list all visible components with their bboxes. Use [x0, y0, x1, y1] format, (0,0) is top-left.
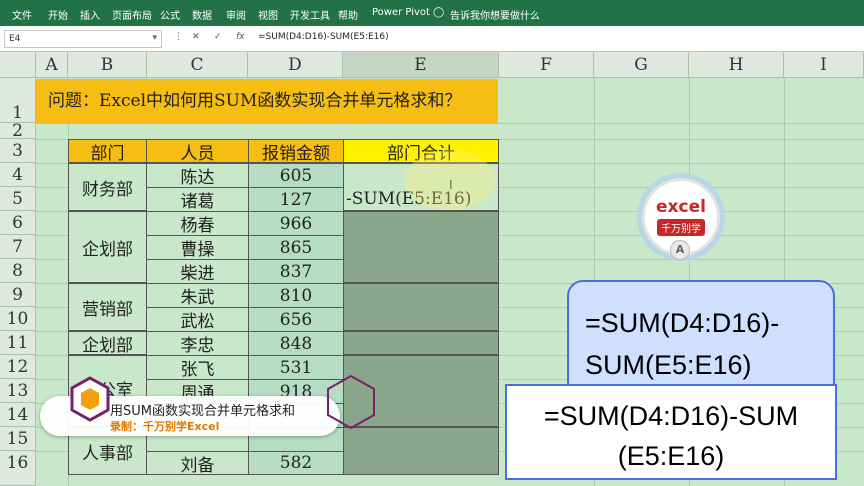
- row-header-9[interactable]: 9: [0, 283, 36, 307]
- callout-line-2: SUM(E5:E16): [585, 350, 752, 380]
- row-header-8[interactable]: 8: [0, 259, 36, 283]
- person-cell[interactable]: 杨春: [146, 211, 249, 236]
- amount-cell[interactable]: 966: [248, 211, 344, 236]
- column-header-b[interactable]: B: [68, 52, 147, 78]
- row-header-12[interactable]: 12: [0, 355, 36, 379]
- chevron-down-icon[interactable]: ▾: [152, 33, 157, 43]
- hexagon-logo-icon: [70, 376, 110, 422]
- tab-data[interactable]: 数据: [192, 7, 212, 22]
- formula-box-line-1: =SUM(D4:D16)-SUM: [543, 401, 799, 431]
- amount-cell[interactable]: 848: [248, 331, 344, 356]
- column-header-a[interactable]: A: [36, 52, 68, 78]
- person-cell[interactable]: 柴进: [146, 259, 249, 284]
- column-header-e[interactable]: E: [343, 52, 499, 78]
- total-cell[interactable]: [343, 331, 499, 355]
- formula-input[interactable]: =SUM(D4:D16)-SUM(E5:E16): [258, 32, 389, 42]
- column-header-c[interactable]: C: [147, 52, 248, 78]
- callout-line-1: =SUM(D4:D16)-: [585, 308, 780, 338]
- name-box[interactable]: E4 ▾: [4, 30, 162, 48]
- insert-function-icon[interactable]: fx: [236, 32, 245, 42]
- formula-text: =SUM(D4:D16)-SUM(E5:E16): [258, 32, 389, 42]
- logo-subtext: 千万别学: [657, 219, 705, 236]
- total-cell[interactable]: [343, 427, 499, 475]
- select-all-corner[interactable]: [0, 52, 36, 78]
- amount-cell[interactable]: 656: [248, 307, 344, 332]
- tab-developer[interactable]: 开发工具: [290, 7, 330, 22]
- column-header-d[interactable]: D: [248, 52, 343, 78]
- amount-cell[interactable]: 810: [248, 283, 344, 308]
- amount-cell[interactable]: 837: [248, 259, 344, 284]
- row-header-1[interactable]: 1: [0, 78, 36, 123]
- lightbulb-icon: ◯: [433, 7, 445, 18]
- formula-box: =SUM(D4:D16)-SUM (E5:E16): [505, 384, 837, 480]
- more-icon[interactable]: ⋮: [174, 32, 183, 42]
- amount-cell[interactable]: 605: [248, 163, 344, 188]
- tell-me-search[interactable]: 告诉我你想要做什么: [450, 7, 540, 22]
- header-person[interactable]: 人员: [146, 139, 249, 164]
- ribbon-tabs: 文件 开始 插入 页面布局 公式 数据 审阅 视图 开发工具 帮助 Power …: [0, 0, 864, 26]
- enter-icon[interactable]: ✓: [214, 32, 222, 42]
- tab-insert[interactable]: 插入: [80, 7, 100, 22]
- row-header-10[interactable]: 10: [0, 307, 36, 331]
- formula-box-line-2: (E5:E16): [617, 441, 725, 471]
- dept-cell[interactable]: 营销部: [68, 283, 147, 331]
- column-header-h[interactable]: H: [689, 52, 784, 78]
- banner-subtitle: 录制：千万别学Excel: [110, 420, 220, 433]
- banner-title: 用SUM函数实现合并单元格求和: [110, 404, 295, 419]
- hexagon-outline-icon: [327, 374, 375, 430]
- tab-formulas[interactable]: 公式: [160, 7, 180, 22]
- row-header-16[interactable]: 16: [0, 451, 36, 486]
- row-header-13[interactable]: 13: [0, 379, 36, 403]
- row-header-15[interactable]: 15: [0, 427, 36, 451]
- person-cell[interactable]: 刘备: [146, 451, 249, 476]
- dept-cell[interactable]: 财务部: [68, 163, 147, 211]
- dept-cell[interactable]: 企划部: [68, 211, 147, 283]
- tab-help[interactable]: 帮助: [338, 7, 358, 22]
- tab-page-layout[interactable]: 页面布局: [112, 7, 152, 22]
- amount-cell[interactable]: 127: [248, 187, 344, 212]
- amount-cell[interactable]: 582: [248, 451, 344, 475]
- column-header-f[interactable]: F: [499, 52, 594, 78]
- person-cell[interactable]: 曹操: [146, 235, 249, 260]
- formula-callout: =SUM(D4:D16)- SUM(E5:E16): [567, 280, 835, 400]
- person-cell[interactable]: 朱武: [146, 283, 249, 308]
- logo-text: excel: [656, 197, 706, 217]
- logo-badge: A: [670, 240, 690, 260]
- total-cell[interactable]: [343, 283, 499, 331]
- header-dept[interactable]: 部门: [68, 139, 147, 164]
- cursor-highlight: [405, 150, 495, 210]
- dept-cell[interactable]: 企划部: [68, 331, 147, 356]
- person-cell[interactable]: 张飞: [146, 355, 249, 380]
- row-header-11[interactable]: 11: [0, 331, 36, 355]
- amount-cell[interactable]: 865: [248, 235, 344, 260]
- column-header-i[interactable]: I: [784, 52, 864, 78]
- name-box-value: E4: [9, 34, 21, 44]
- tab-home[interactable]: 开始: [48, 7, 68, 22]
- title-cell[interactable]: 问题：Excel中如何用SUM函数实现合并单元格求和？: [36, 79, 498, 123]
- row-header-4[interactable]: 4: [0, 163, 36, 187]
- gridline: [36, 123, 864, 124]
- row-header-5[interactable]: 5: [0, 187, 36, 211]
- tab-file[interactable]: 文件: [12, 7, 32, 22]
- person-cell[interactable]: 陈达: [146, 163, 249, 188]
- row-header-2[interactable]: 2: [0, 123, 36, 140]
- tab-review[interactable]: 审阅: [226, 7, 246, 22]
- column-header-g[interactable]: G: [594, 52, 689, 78]
- header-amount[interactable]: 报销金额: [248, 139, 344, 164]
- person-cell[interactable]: 李忠: [146, 331, 249, 356]
- person-cell[interactable]: 诸葛: [146, 187, 249, 212]
- cancel-icon[interactable]: ✕: [192, 32, 200, 42]
- tab-view[interactable]: 视图: [258, 7, 278, 22]
- total-cell[interactable]: [343, 211, 499, 283]
- video-banner: 用SUM函数实现合并单元格求和 录制：千万别学Excel: [40, 376, 340, 436]
- row-header-6[interactable]: 6: [0, 211, 36, 235]
- tab-power-pivot[interactable]: Power Pivot: [372, 7, 430, 18]
- person-cell[interactable]: 武松: [146, 307, 249, 332]
- formula-bar: E4 ▾ ⋮ ✕ ✓ fx =SUM(D4:D16)-SUM(E5:E16): [0, 26, 864, 52]
- row-header-14[interactable]: 14: [0, 403, 36, 427]
- row-header-3[interactable]: 3: [0, 139, 36, 163]
- row-header-7[interactable]: 7: [0, 235, 36, 259]
